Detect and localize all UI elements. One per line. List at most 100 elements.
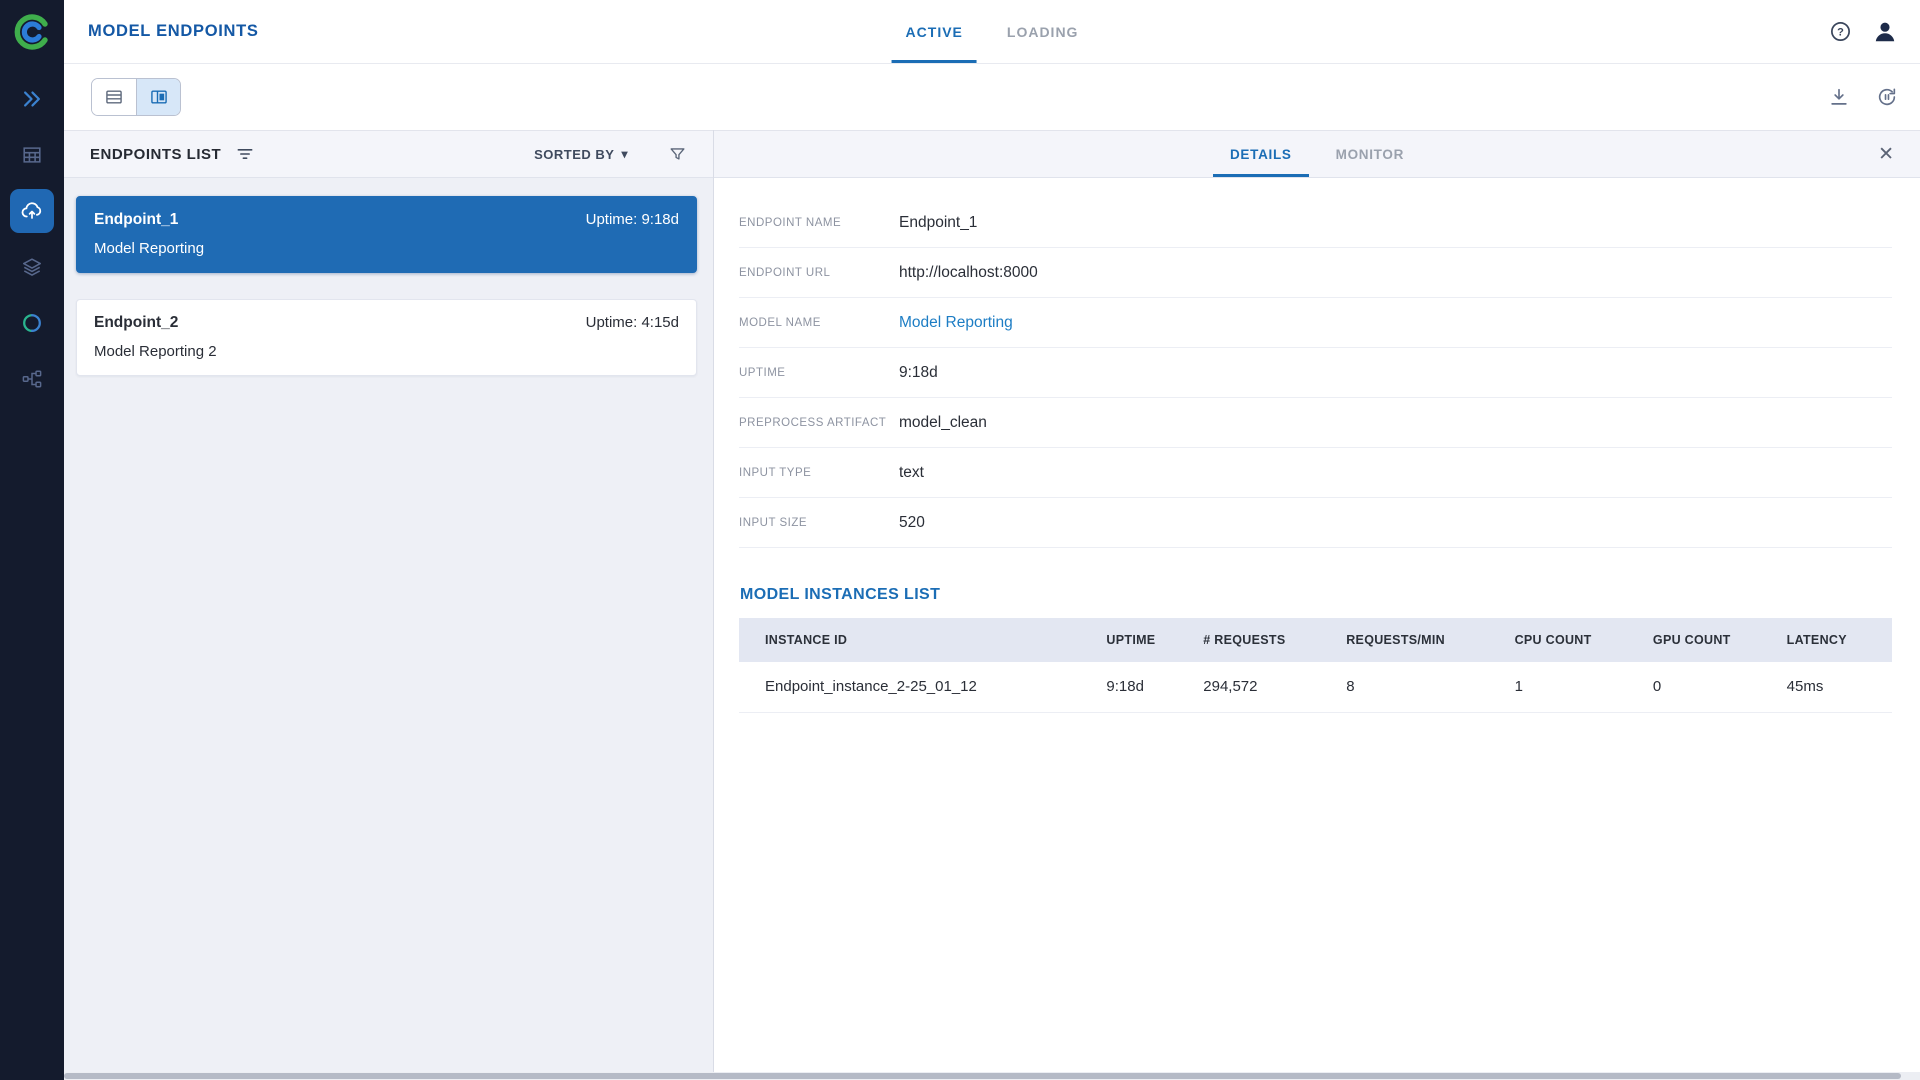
model-instances-table: INSTANCE ID UPTIME # REQUESTS REQUESTS/M… <box>739 618 1892 713</box>
field-value: Endpoint_1 <box>899 214 977 232</box>
view-toggle-group <box>91 78 181 116</box>
horizontal-scrollbar[interactable] <box>64 1072 1920 1080</box>
cell-requests: 294,572 <box>1193 662 1336 712</box>
content-area: ENDPOINTS LIST SORTED BY ▾ <box>64 130 1920 1072</box>
download-button[interactable] <box>1828 86 1850 108</box>
sorted-by-dropdown[interactable]: SORTED BY ▾ <box>534 147 628 162</box>
dual-ring-icon <box>21 312 43 334</box>
pipeline-icon <box>21 368 43 390</box>
download-icon <box>1828 86 1850 108</box>
model-name-link[interactable]: Model Reporting <box>899 314 1013 332</box>
field-label: ENDPOINT NAME <box>739 217 899 229</box>
endpoints-list: Endpoint_1 Uptime: 9:18d Model Reporting… <box>64 178 713 402</box>
cell-instance-id: Endpoint_instance_2-25_01_12 <box>739 662 1096 712</box>
cell-uptime: 9:18d <box>1096 662 1193 712</box>
sidebar-item-workers-queues[interactable] <box>10 133 54 177</box>
endpoint-card-top: Endpoint_2 Uptime: 4:15d <box>94 314 679 332</box>
endpoint-name: Endpoint_1 <box>94 211 178 229</box>
endpoint-model: Model Reporting <box>94 240 679 257</box>
cell-gpu-count: 0 <box>1643 662 1777 712</box>
table-view-icon <box>104 87 124 107</box>
tab-active[interactable]: ACTIVE <box>892 0 977 63</box>
endpoint-uptime: Uptime: 9:18d <box>586 211 679 228</box>
field-row: ENDPOINT URL http://localhost:8000 <box>739 248 1892 298</box>
column-requests: # REQUESTS <box>1193 618 1336 662</box>
tab-loading[interactable]: LOADING <box>993 0 1093 63</box>
column-gpu-count: GPU COUNT <box>1643 618 1777 662</box>
field-value: 520 <box>899 514 925 532</box>
top-header: MODEL ENDPOINTS ACTIVE LOADING ? <box>64 0 1920 64</box>
sidebar-item-datasets[interactable] <box>10 245 54 289</box>
cell-requests-min: 8 <box>1336 662 1504 712</box>
cell-latency: 45ms <box>1777 662 1892 712</box>
sidebar-item-projects[interactable] <box>10 77 54 121</box>
model-instances-title: MODEL INSTANCES LIST <box>740 586 1892 604</box>
details-content: ENDPOINT NAME Endpoint_1 ENDPOINT URL ht… <box>714 178 1920 1072</box>
tab-details[interactable]: DETAILS <box>1213 131 1309 177</box>
auto-refresh-icon <box>1876 86 1898 108</box>
field-row: ENDPOINT NAME Endpoint_1 <box>739 198 1892 248</box>
column-requests-min: REQUESTS/MIN <box>1336 618 1504 662</box>
sidebar-item-model-endpoints[interactable] <box>10 189 54 233</box>
endpoint-uptime: Uptime: 4:15d <box>586 314 679 331</box>
column-latency: LATENCY <box>1777 618 1892 662</box>
field-row: INPUT TYPE text <box>739 448 1892 498</box>
field-value: model_clean <box>899 414 987 432</box>
help-icon[interactable]: ? <box>1829 20 1852 43</box>
table-header-row: INSTANCE ID UPTIME # REQUESTS REQUESTS/M… <box>739 618 1892 662</box>
toolbar-actions <box>1828 86 1898 108</box>
sidebar-item-pipelines[interactable] <box>10 357 54 401</box>
field-label: UPTIME <box>739 367 899 379</box>
close-icon[interactable]: ✕ <box>1878 131 1894 177</box>
app-logo-icon[interactable] <box>12 12 52 52</box>
split-view-icon <box>149 87 169 107</box>
endpoints-list-title: ENDPOINTS LIST <box>90 146 221 163</box>
cloud-serving-icon <box>20 199 44 223</box>
sidebar-nav <box>10 77 54 413</box>
endpoint-card-1[interactable]: Endpoint_1 Uptime: 9:18d Model Reporting <box>76 196 697 273</box>
column-instance-id: INSTANCE ID <box>739 618 1096 662</box>
sidebar <box>0 0 64 1080</box>
field-value: text <box>899 464 924 482</box>
field-label: MODEL NAME <box>739 317 899 329</box>
endpoint-details-panel: DETAILS MONITOR ✕ ENDPOINT NAME Endpoint… <box>714 130 1920 1072</box>
header-actions: ? <box>1829 19 1898 45</box>
auto-refresh-button[interactable] <box>1876 86 1898 108</box>
layers-icon <box>21 256 43 278</box>
field-label: INPUT SIZE <box>739 517 899 529</box>
scrollbar-thumb[interactable] <box>64 1073 1901 1079</box>
user-avatar-icon[interactable] <box>1872 19 1898 45</box>
filter-funnel-icon[interactable] <box>668 145 687 164</box>
svg-text:?: ? <box>1837 27 1844 39</box>
endpoint-model: Model Reporting 2 <box>94 343 679 360</box>
field-label: PREPROCESS ARTIFACT <box>739 417 899 429</box>
field-value: 9:18d <box>899 364 938 382</box>
field-value: http://localhost:8000 <box>899 264 1038 282</box>
table-view-button[interactable] <box>92 79 136 115</box>
column-cpu-count: CPU COUNT <box>1505 618 1643 662</box>
field-row: PREPROCESS ARTIFACT model_clean <box>739 398 1892 448</box>
field-row: MODEL NAME Model Reporting <box>739 298 1892 348</box>
details-panel-header: DETAILS MONITOR ✕ <box>714 130 1920 178</box>
field-label: ENDPOINT URL <box>739 267 899 279</box>
toolbar <box>64 64 1920 130</box>
cell-cpu-count: 1 <box>1505 662 1643 712</box>
instance-row[interactable]: Endpoint_instance_2-25_01_12 9:18d 294,5… <box>739 662 1892 712</box>
main-area: MODEL ENDPOINTS ACTIVE LOADING ? <box>64 0 1920 1080</box>
sidebar-item-applications[interactable] <box>10 301 54 345</box>
column-uptime: UPTIME <box>1096 618 1193 662</box>
endpoint-name: Endpoint_2 <box>94 314 178 332</box>
page-title: MODEL ENDPOINTS <box>88 22 259 41</box>
endpoint-card-2[interactable]: Endpoint_2 Uptime: 4:15d Model Reporting… <box>76 299 697 376</box>
double-chevron-icon <box>21 88 43 110</box>
sort-filter-icon[interactable] <box>235 144 255 164</box>
details-tabs: DETAILS MONITOR <box>1213 131 1421 177</box>
sorted-by-label: SORTED BY <box>534 147 614 162</box>
table-grid-icon <box>21 144 43 166</box>
field-row: INPUT SIZE 520 <box>739 498 1892 548</box>
split-view-button[interactable] <box>136 79 180 115</box>
endpoint-card-top: Endpoint_1 Uptime: 9:18d <box>94 211 679 229</box>
field-label: INPUT TYPE <box>739 467 899 479</box>
tab-monitor[interactable]: MONITOR <box>1319 131 1421 177</box>
header-tabs: ACTIVE LOADING <box>892 0 1093 63</box>
